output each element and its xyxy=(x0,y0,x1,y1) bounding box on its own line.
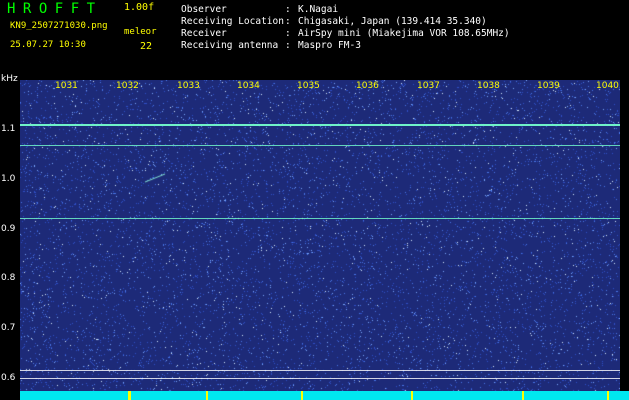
signal-line-1.11khz xyxy=(20,124,620,126)
meteor-marker xyxy=(522,391,524,400)
info-value-observer: K.Nagai xyxy=(298,4,339,15)
marker-line-upper xyxy=(20,370,620,371)
signal-line-0.92khz xyxy=(20,218,620,219)
signal-line-1.07khz xyxy=(20,145,620,146)
timestamp-label: 25.07.27 10:30 xyxy=(10,40,86,50)
x-tick-label: 1035 xyxy=(297,81,320,91)
info-value-location: Chigasaki, Japan (139.414 35.340) xyxy=(298,16,487,27)
meteor-marker xyxy=(128,391,131,400)
x-tick-label: 1040 xyxy=(596,81,619,91)
info-label-antenna: Receiving antenna xyxy=(181,40,279,51)
app-title: HROFFT xyxy=(7,1,103,17)
spectrogram-plot xyxy=(20,80,620,392)
signal-baseline-bar xyxy=(20,391,629,400)
info-colon: : xyxy=(285,40,291,51)
info-label-observer: Observer xyxy=(181,4,227,15)
info-colon: : xyxy=(285,28,291,39)
meteor-marker xyxy=(607,391,609,400)
meteor-marker xyxy=(206,391,208,400)
y-tick-label: 1.1 xyxy=(1,124,16,134)
x-tick-label: 1036 xyxy=(356,81,379,91)
x-tick-label: 1032 xyxy=(116,81,139,91)
x-tick-label: 1031 xyxy=(55,81,78,91)
x-tick-label: 1034 xyxy=(237,81,260,91)
info-colon: : xyxy=(285,4,291,15)
y-tick-label: 0.8 xyxy=(1,273,16,283)
version-label: 1.00f xyxy=(124,2,155,13)
marker-line-lower xyxy=(20,378,620,379)
y-tick-label: 0.6 xyxy=(1,373,16,383)
y-tick-label: 0.7 xyxy=(1,323,16,333)
info-value-antenna: Maspro FM-3 xyxy=(298,40,361,51)
x-tick-label: 1033 xyxy=(177,81,200,91)
y-tick-label: 1.0 xyxy=(1,174,16,184)
count-label: 22 xyxy=(140,41,153,52)
info-colon: : xyxy=(285,16,291,27)
x-tick-label: 1038 xyxy=(477,81,500,91)
meteor-marker xyxy=(411,391,413,400)
info-value-receiver: AirSpy mini (Miakejima VOR 108.65MHz) xyxy=(298,28,510,39)
station-label: meleor xyxy=(124,27,157,37)
frequency-unit-label: kHz xyxy=(1,74,18,84)
header-panel: HROFFT 1.00f KN9_2507271030.png meleor 2… xyxy=(0,0,629,76)
filename-label: KN9_2507271030.png xyxy=(10,21,108,31)
x-tick-label: 1039 xyxy=(537,81,560,91)
spectrogram-noise xyxy=(20,80,620,392)
y-tick-label: 0.9 xyxy=(1,224,16,234)
meteor-marker xyxy=(301,391,303,400)
info-label-location: Receiving Location xyxy=(181,16,284,27)
info-label-receiver: Receiver xyxy=(181,28,227,39)
x-tick-label: 1037 xyxy=(417,81,440,91)
